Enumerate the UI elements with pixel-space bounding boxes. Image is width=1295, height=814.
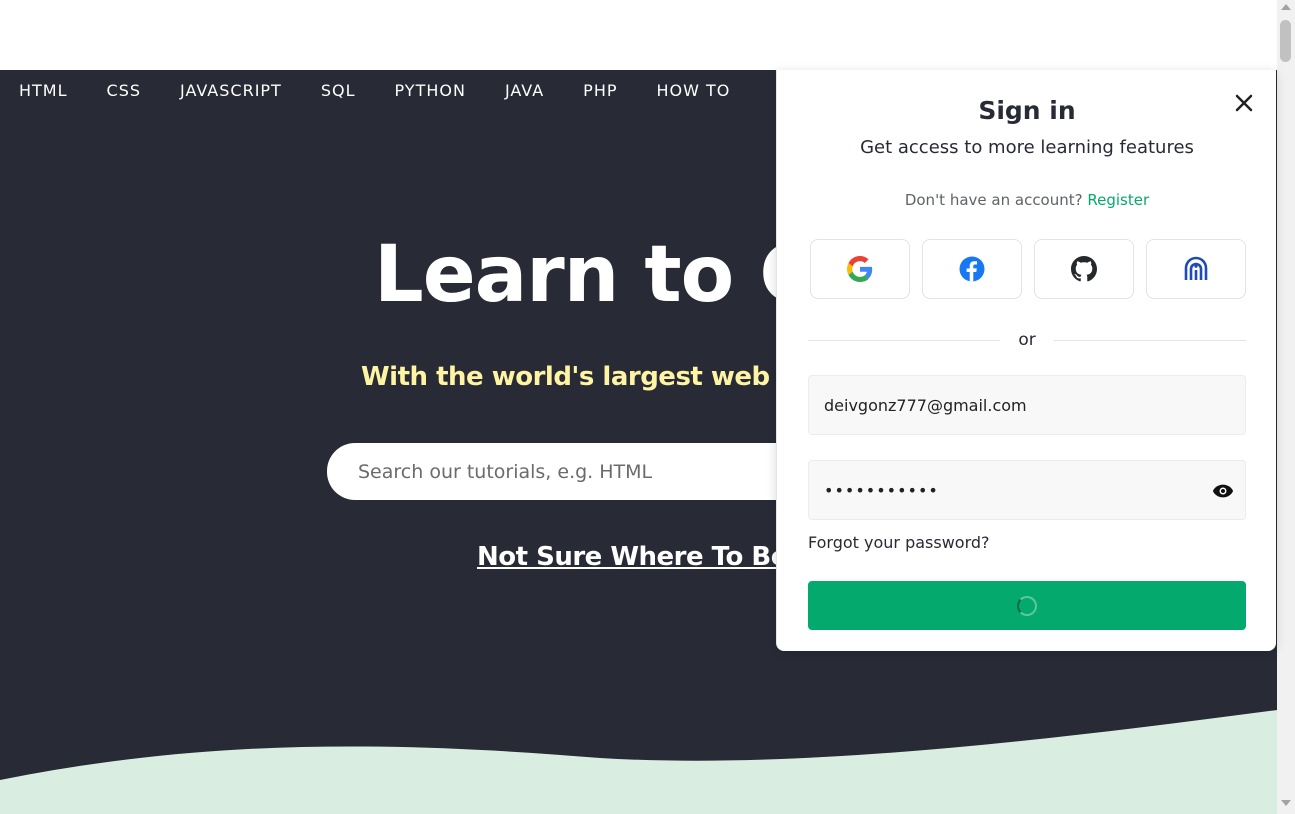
scroll-up-arrow-icon[interactable] [1281,4,1291,10]
sign-in-modal: Sign in Get access to more learning feat… [776,70,1276,651]
nav-item-java[interactable]: JAVA [505,81,544,100]
scroll-down-arrow-icon[interactable] [1281,800,1291,806]
email-value: deivgonz777@gmail.com [824,395,1027,415]
institution-icon [1184,256,1208,280]
google-icon [847,256,873,282]
register-prompt: Don't have an account? Register [777,191,1277,209]
vertical-scrollbar[interactable] [1277,0,1295,814]
nav-item-javascript[interactable]: JAVASCRIPT [180,81,282,100]
hero-subtitle: With the world's largest web deve [361,362,848,392]
eye-icon[interactable] [1212,480,1234,502]
facebook-icon [959,256,985,282]
divider-line-right [1053,339,1247,341]
divider-line-left [808,339,1001,341]
google-login-button[interactable] [810,239,910,299]
github-icon [1071,256,1097,282]
not-sure-where-to-begin-link[interactable]: Not Sure Where To Begi [477,542,815,572]
forgot-password-link[interactable]: Forgot your password? [808,533,990,552]
nav-item-html[interactable]: HTML [19,81,68,100]
hero-wave [0,710,1277,814]
scroll-thumb[interactable] [1280,20,1291,62]
register-prompt-text: Don't have an account? [904,191,1083,209]
or-text: or [1018,330,1036,350]
top-bar [0,0,1277,70]
github-login-button[interactable] [1034,239,1134,299]
nav-item-css[interactable]: CSS [107,81,141,100]
social-login-row [810,239,1246,299]
nav-item-how-to[interactable]: HOW TO [657,81,731,100]
or-divider: or [808,328,1247,352]
facebook-login-button[interactable] [922,239,1022,299]
register-link[interactable]: Register [1087,191,1149,209]
password-field[interactable]: ••••••••••• [808,460,1246,520]
nav-item-sql[interactable]: SQL [321,81,356,100]
loading-spinner-icon [1017,595,1037,616]
modal-subtitle: Get access to more learning features [860,137,1194,158]
nav-item-php[interactable]: PHP [583,81,617,100]
password-value: ••••••••••• [824,480,939,500]
email-field[interactable]: deivgonz777@gmail.com [808,375,1246,435]
modal-title: Sign in [978,96,1076,125]
sign-in-submit-button[interactable] [808,581,1246,630]
nav-item-python[interactable]: PYTHON [395,81,466,100]
institution-login-button[interactable] [1146,239,1246,299]
